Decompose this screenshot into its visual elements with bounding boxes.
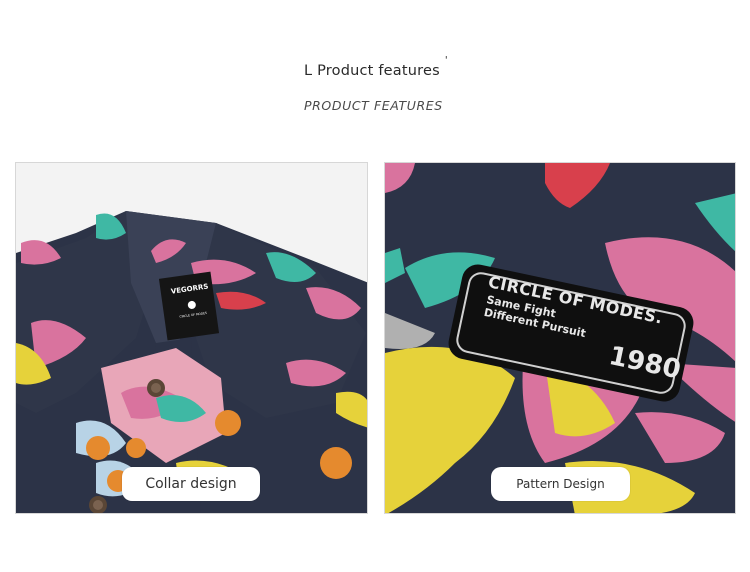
pattern-design-caption: Pattern Design [491,467,630,501]
neck-label: VEGORRS CIRCLE OF MODES [164,278,219,321]
collar-design-caption: Collar design [122,467,260,501]
collar-photo [16,163,367,513]
pattern-photo-panel: CIRCLE OF MODES. Same Fight Different Pu… [384,162,736,514]
section-title-text: L Product features [304,63,440,79]
collar-design-caption-text: Collar design [145,476,237,492]
pattern-design-caption-text: Pattern Design [516,477,605,491]
neck-label-brand: VEGORRS [170,282,209,296]
section-title: L Product features ' [304,55,448,79]
section-title-mark: ' [444,55,448,66]
collar-photo-panel: VEGORRS CIRCLE OF MODES [15,162,368,514]
neck-label-logo-icon [187,300,197,310]
section-subtitle: PRODUCT FEATURES [304,98,443,113]
